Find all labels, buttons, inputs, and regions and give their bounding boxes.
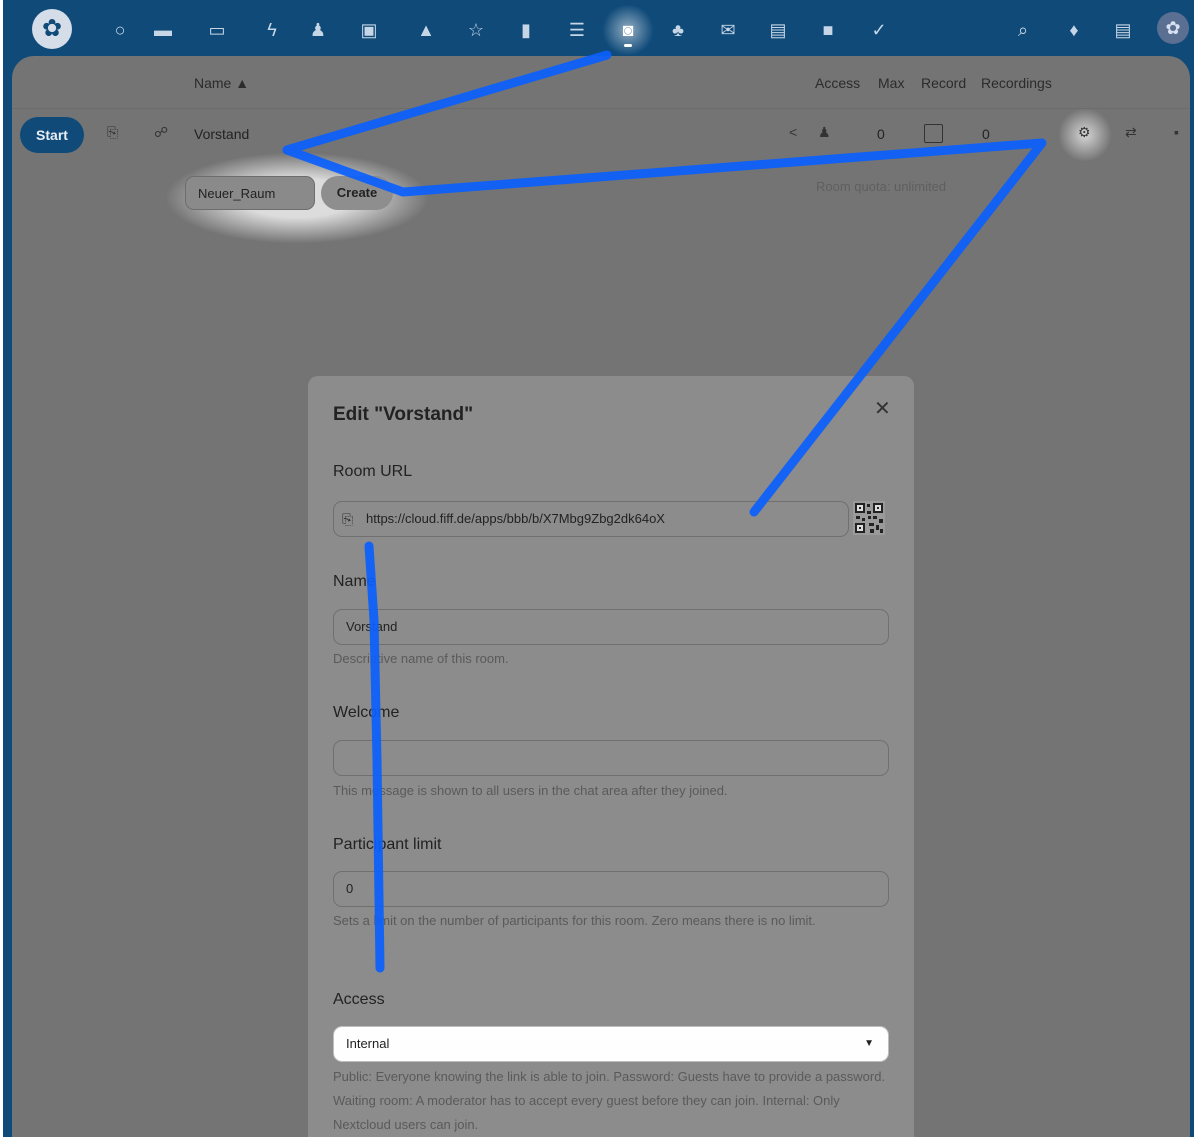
transfer-icon[interactable]: ⇄ bbox=[1125, 124, 1137, 141]
activity-icon[interactable]: ϟ bbox=[258, 16, 286, 44]
edit-room-dialog: Edit "Vorstand" ✕ Room URL ⎘ https://clo… bbox=[308, 376, 914, 1137]
app-logo-icon[interactable]: ✿ bbox=[32, 9, 72, 49]
column-header-record: Record bbox=[921, 75, 967, 91]
notifications-icon[interactable]: ♦ bbox=[1060, 16, 1088, 44]
dialog-title: Edit "Vorstand" bbox=[333, 404, 474, 425]
access-select[interactable]: Internal ▼ bbox=[333, 1026, 889, 1062]
link-icon[interactable]: ☍ bbox=[154, 124, 168, 141]
contacts-menu-icon[interactable]: ▤ bbox=[1109, 16, 1137, 44]
avatar[interactable]: ✿ bbox=[1157, 12, 1189, 44]
header-divider bbox=[12, 108, 1190, 109]
top-navigation-bar: ✿ ○ ▬ ▭ ϟ ♟ ▣ ▲ ☆ ▮ ☰ ◙ ♣ ✉ ▤ ■ ✓ ⌕ ♦ ▤ … bbox=[3, 0, 1194, 58]
gear-icon[interactable]: ⚙ bbox=[1078, 124, 1091, 141]
users-icon: ♟ bbox=[818, 124, 831, 140]
bbb-icon[interactable]: ◙ bbox=[614, 16, 642, 44]
create-button[interactable]: Create bbox=[321, 176, 393, 210]
mail-icon[interactable]: ✉ bbox=[714, 16, 742, 44]
access-help: Public: Everyone knowing the link is abl… bbox=[333, 1069, 886, 1132]
start-button[interactable]: Start bbox=[20, 117, 84, 153]
active-app-indicator bbox=[624, 44, 632, 47]
chevron-down-icon: ▼ bbox=[864, 1038, 874, 1049]
room-recordings-count: 0 bbox=[982, 126, 990, 142]
name-label: Name bbox=[333, 573, 376, 590]
tasks-icon[interactable]: ☰ bbox=[563, 16, 591, 44]
dashboard-icon[interactable]: ○ bbox=[106, 16, 134, 44]
deck-icon[interactable]: ▲ bbox=[412, 16, 440, 44]
files-icon[interactable]: ▬ bbox=[149, 16, 177, 44]
room-url-field[interactable]: ⎘ https://cloud.fiff.de/apps/bbb/b/X7Mbg… bbox=[333, 501, 849, 537]
access-label: Access bbox=[333, 991, 385, 1008]
column-header-name[interactable]: Name ▲ bbox=[194, 75, 249, 91]
column-header-max: Max bbox=[878, 75, 905, 91]
photos-icon[interactable]: ▭ bbox=[203, 16, 231, 44]
circles-icon[interactable]: ♣ bbox=[664, 16, 692, 44]
copy-link-icon[interactable]: ⎘ bbox=[107, 124, 118, 141]
notes-icon[interactable]: ▤ bbox=[764, 16, 792, 44]
search-icon[interactable]: ⌕ bbox=[1009, 16, 1037, 44]
room-quota: Room quota: unlimited bbox=[816, 179, 947, 194]
room-name: Vorstand bbox=[194, 126, 250, 142]
clipboard-icon[interactable]: ⎘ bbox=[342, 502, 353, 536]
bookmarks-icon[interactable]: ☆ bbox=[462, 16, 490, 44]
calendar-icon[interactable]: ▣ bbox=[355, 16, 383, 44]
main-content: Name ▲ Access Max Record Recordings Star… bbox=[12, 56, 1190, 1137]
room-url-value: https://cloud.fiff.de/apps/bbb/b/X7Mbg9Z… bbox=[366, 511, 665, 526]
room-max: 0 bbox=[877, 126, 885, 142]
share-icon[interactable]: < bbox=[789, 124, 797, 140]
welcome-label: Welcome bbox=[333, 704, 400, 721]
name-help: Descriptive name of this room. bbox=[333, 651, 509, 666]
checkmark-icon[interactable]: ✓ bbox=[865, 16, 893, 44]
welcome-field[interactable] bbox=[333, 740, 889, 776]
column-header-recordings: Recordings bbox=[981, 75, 1052, 91]
contacts-icon[interactable]: ♟ bbox=[304, 16, 332, 44]
record-checkbox[interactable] bbox=[924, 124, 943, 143]
trash-icon[interactable]: ▪ bbox=[1174, 124, 1179, 140]
qr-code-icon[interactable] bbox=[853, 501, 885, 535]
analytics-icon[interactable]: ▮ bbox=[512, 16, 540, 44]
room-url-label: Room URL bbox=[333, 463, 413, 480]
new-room-input[interactable]: Neuer_Raum bbox=[185, 176, 315, 210]
participant-limit-field[interactable]: 0 bbox=[333, 871, 889, 907]
column-header-access: Access bbox=[815, 75, 861, 91]
name-field[interactable]: Vorstand bbox=[333, 609, 889, 645]
video-icon[interactable]: ■ bbox=[814, 16, 842, 44]
participant-limit-label: Participant limit bbox=[333, 836, 442, 853]
access-selected-value: Internal bbox=[346, 1036, 390, 1051]
close-icon[interactable]: ✕ bbox=[874, 396, 891, 421]
welcome-help: This message is shown to all users in th… bbox=[333, 783, 728, 798]
participant-limit-help: Sets a limit on the number of participan… bbox=[333, 913, 816, 928]
app-window: ✿ ○ ▬ ▭ ϟ ♟ ▣ ▲ ☆ ▮ ☰ ◙ ♣ ✉ ▤ ■ ✓ ⌕ ♦ ▤ … bbox=[3, 0, 1194, 1137]
